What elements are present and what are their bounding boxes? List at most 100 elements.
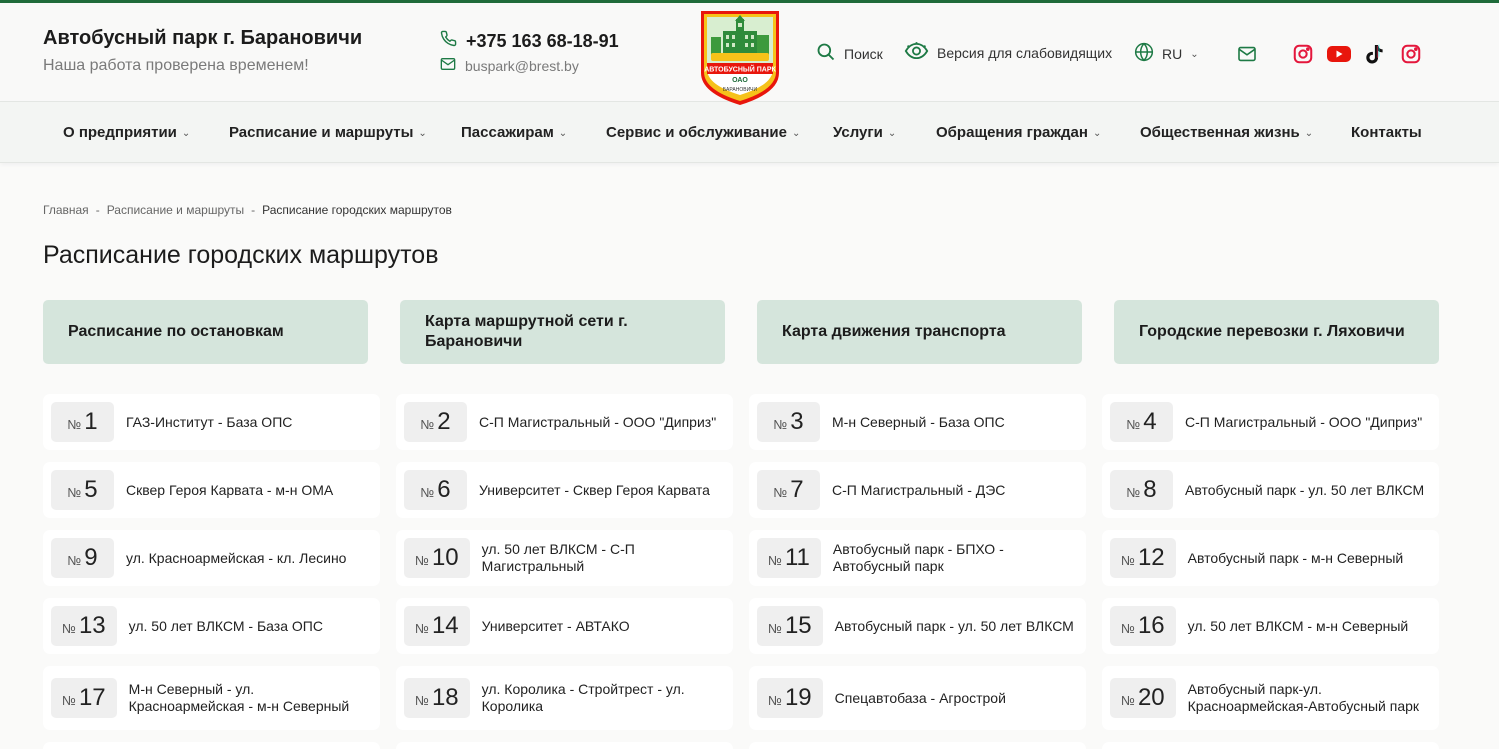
- site-title[interactable]: Автобусный парк г. Барановичи: [43, 27, 362, 50]
- accessibility-button[interactable]: Версия для слабовидящих: [904, 42, 1112, 63]
- category-traffic-map[interactable]: Карта движения транспорта: [757, 300, 1082, 364]
- route-number-badge: № 18: [404, 678, 470, 718]
- route-number: 7: [790, 476, 804, 503]
- number-sign: №: [62, 621, 76, 636]
- logo-text: БАРАНОВИЧИ: [723, 87, 758, 93]
- category-label: Городские перевозки г. Ляховичи: [1139, 323, 1405, 340]
- route-card[interactable]: № 1 ГАЗ-Институт - База ОПС: [43, 394, 380, 450]
- route-name: С-П Магистральный - ООО "Диприз": [479, 413, 717, 430]
- breadcrumb-home[interactable]: Главная: [43, 203, 89, 217]
- route-name: М-н Северный - ул. Красноармейская - м-н…: [128, 681, 350, 714]
- route-card[interactable]: № 18 ул. Королика - Стройтрест - ул. Корол…: [396, 666, 733, 730]
- route-name: ул. Королика - Стройтрест - ул. Королика: [481, 681, 685, 714]
- nav-item-public-life[interactable]: Общественная жизнь ⌄: [1140, 124, 1313, 141]
- breadcrumb-section[interactable]: Расписание и маршруты: [107, 203, 244, 217]
- nav-item-passengers[interactable]: Пассажирам ⌄: [461, 124, 567, 141]
- nav-item-label: Услуги: [833, 124, 883, 141]
- nav-item-label: Обращения граждан: [936, 124, 1088, 141]
- envelope-icon[interactable]: [1236, 43, 1258, 65]
- route-number-badge: № 4: [1110, 402, 1173, 442]
- route-card[interactable]: № 8 Автобусный парк - ул. 50 лет ВЛКСМ: [1102, 462, 1439, 518]
- number-sign: №: [415, 553, 429, 568]
- route-number: 5: [84, 476, 98, 503]
- nav-item-label: Сервис и обслуживание: [606, 124, 787, 141]
- tiktok-icon[interactable]: [1365, 43, 1387, 65]
- route-card[interactable]: № 9 ул. Красноармейская - кл. Лесино: [43, 530, 380, 586]
- route-card[interactable]: № 4 С-П Магистральный - ООО "Диприз": [1102, 394, 1439, 450]
- route-card[interactable]: № 11 Автобусный парк - БПХО - Автобусный п…: [749, 530, 1086, 586]
- route-name: Университет - Сквер Героя Карвата: [479, 481, 710, 498]
- nav-item-label: Пассажирам: [461, 124, 554, 141]
- nav-item-label: О предприятии: [63, 124, 177, 141]
- breadcrumb-current: Расписание городских маршрутов: [262, 203, 452, 217]
- category-label: Карта движения транспорта: [782, 323, 1006, 340]
- route-number-badge: № 3: [757, 402, 820, 442]
- route-name: Университет - АВТАКО: [481, 617, 630, 634]
- number-sign: №: [420, 417, 435, 432]
- route-number: 13: [78, 612, 106, 639]
- route-card[interactable]: № 2 С-П Магистральный - ООО "Диприз": [396, 394, 733, 450]
- instagram-icon[interactable]: [1292, 43, 1314, 65]
- route-card[interactable]: № 17 М-н Северный - ул. Красноармейская - …: [43, 666, 380, 730]
- category-label: Карта маршрутной сети г. Барановичи: [425, 313, 628, 350]
- route-card[interactable]: [43, 742, 380, 749]
- phone-icon: [440, 30, 457, 52]
- number-sign: №: [1121, 693, 1135, 708]
- route-number-badge: № 13: [51, 606, 117, 646]
- route-card[interactable]: № 6 Университет - Сквер Героя Карвата: [396, 462, 733, 518]
- route-number-badge: № 5: [51, 470, 114, 510]
- route-card[interactable]: [1102, 742, 1439, 749]
- company-logo[interactable]: АВТОБУСНЫЙ ПАРК ОАО БАРАНОВИЧИ: [697, 7, 783, 107]
- route-card[interactable]: № 7 С-П Магистральный - ДЭС: [749, 462, 1086, 518]
- route-card[interactable]: № 16 ул. 50 лет ВЛКСМ - м-н Северный: [1102, 598, 1439, 654]
- nav-item-appeals[interactable]: Обращения граждан ⌄: [936, 124, 1101, 141]
- route-card[interactable]: № 12 Автобусный парк - м-н Северный: [1102, 530, 1439, 586]
- route-number-badge: № 11: [757, 538, 821, 578]
- route-card[interactable]: № 5 Сквер Героя Карвата - м-н ОМА: [43, 462, 380, 518]
- route-number-badge: № 14: [404, 606, 470, 646]
- route-name: ГАЗ-Институт - База ОПС: [126, 413, 293, 430]
- nav-item-services[interactable]: Услуги ⌄: [833, 124, 896, 141]
- route-card[interactable]: № 14 Университет - АВТАКО: [396, 598, 733, 654]
- nav-item-schedule[interactable]: Расписание и маршруты ⌄: [229, 124, 427, 141]
- route-name: М-н Северный - База ОПС: [832, 413, 1005, 430]
- route-name: Автобусный парк - м-н Северный: [1187, 549, 1404, 566]
- route-card[interactable]: [749, 742, 1086, 749]
- instagram-icon[interactable]: [1400, 43, 1422, 65]
- route-card[interactable]: [396, 742, 733, 749]
- nav-item-contacts[interactable]: Контакты: [1351, 124, 1422, 141]
- language-selector[interactable]: RU ⌄: [1134, 42, 1199, 65]
- number-sign: №: [1126, 485, 1141, 500]
- route-number: 11: [784, 544, 810, 571]
- route-card[interactable]: № 13 ул. 50 лет ВЛКСМ - База ОПС: [43, 598, 380, 654]
- number-sign: №: [768, 553, 782, 568]
- email-link[interactable]: buspark@brest.by: [440, 57, 579, 74]
- number-sign: №: [67, 553, 82, 568]
- route-card[interactable]: № 15 Автобусный парк - ул. 50 лет ВЛКСМ: [749, 598, 1086, 654]
- route-card[interactable]: № 10 ул. 50 лет ВЛКСМ - С-П Магистральный: [396, 530, 733, 586]
- phone-link[interactable]: +375 163 68-18-91: [440, 30, 619, 52]
- nav-item-about[interactable]: О предприятии ⌄: [63, 124, 190, 141]
- route-card[interactable]: № 19 Спецавтобаза - Агрострой: [749, 666, 1086, 730]
- number-sign: №: [67, 417, 82, 432]
- route-name: ул. 50 лет ВЛКСМ - м-н Северный: [1187, 617, 1409, 634]
- route-card[interactable]: № 20 Автобусный парк-ул. Красноармейская-А…: [1102, 666, 1439, 730]
- breadcrumb-separator: -: [95, 203, 100, 217]
- category-stops-schedule[interactable]: Расписание по остановкам: [43, 300, 368, 364]
- route-card[interactable]: № 3 М-н Северный - База ОПС: [749, 394, 1086, 450]
- route-name: С-П Магистральный - ООО "Диприз": [1185, 413, 1423, 430]
- youtube-icon[interactable]: [1326, 43, 1352, 65]
- category-route-map[interactable]: Карта маршрутной сети г. Барановичи: [400, 300, 725, 364]
- chevron-down-icon: ⌄: [558, 128, 568, 139]
- route-number-badge: № 8: [1110, 470, 1173, 510]
- route-number-badge: № 2: [404, 402, 467, 442]
- route-number: 8: [1143, 476, 1157, 503]
- route-name: С-П Магистральный - ДЭС: [832, 481, 1006, 498]
- nav-item-service[interactable]: Сервис и обслуживание ⌄: [606, 124, 800, 141]
- category-lyakhovichi[interactable]: Городские перевозки г. Ляховичи: [1114, 300, 1439, 364]
- route-number: 12: [1137, 544, 1165, 571]
- route-name: Автобусный парк-ул. Красноармейская-Авто…: [1187, 681, 1420, 714]
- search-button[interactable]: Поиск: [816, 42, 883, 65]
- number-sign: №: [62, 693, 76, 708]
- number-sign: №: [773, 417, 788, 432]
